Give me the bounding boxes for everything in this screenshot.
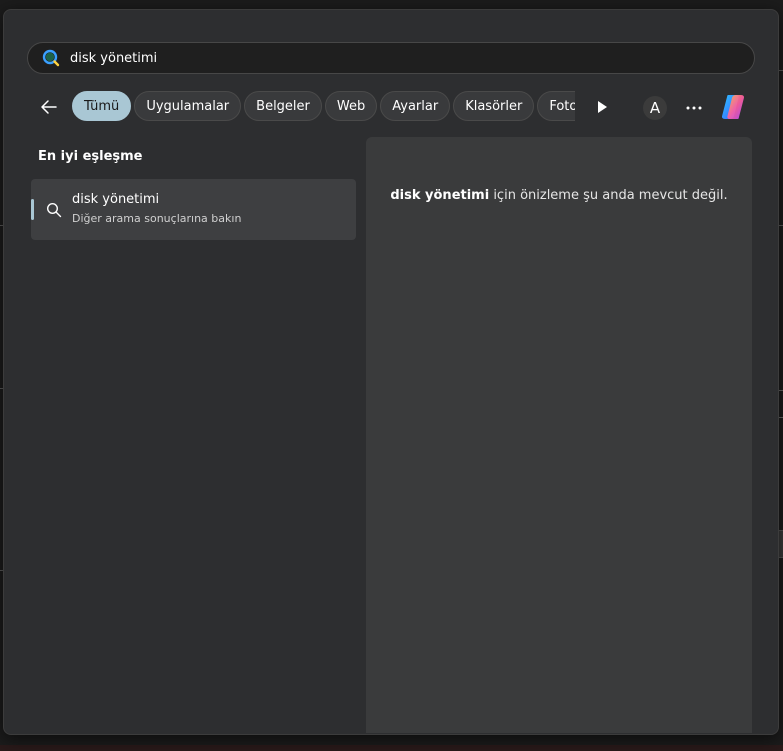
arrow-left-icon [41,100,57,114]
filter-chip-documents[interactable]: Belgeler [244,91,322,121]
filter-chip-all[interactable]: Tümü [72,91,132,121]
best-match-result[interactable]: disk yönetimi Diğer arama sonuçlarına ba… [31,179,356,240]
section-heading-best-match: En iyi eşleşme [38,149,143,164]
filter-chip-web[interactable]: Web [324,91,378,121]
preview-message: disk yönetimi için önizleme şu anda mevc… [366,188,752,203]
copilot-icon [721,95,745,119]
preview-pane: disk yönetimi için önizleme şu anda mevc… [366,137,752,733]
filter-bar: Tümü Uygulamalar Belgeler Web Ayarlar Klasörl… [4,90,778,124]
filter-chip-folders[interactable]: Klasörler [453,91,535,121]
search-input[interactable] [70,50,754,66]
copilot-button[interactable] [716,90,750,124]
search-icon [46,202,62,218]
filter-chip-photos[interactable]: Fotoğ [537,91,575,121]
search-flyout: TümüUygulamalarBelgelerWebAyarlarKlasörl… [3,9,779,735]
more-options-button[interactable] [682,96,706,120]
chips-scroll-next-button[interactable] [592,96,612,118]
filter-chip-apps[interactable]: Uygulamalar [134,91,242,121]
search-box[interactable] [27,42,755,74]
account-avatar[interactable]: A [643,96,667,120]
selection-indicator [31,199,34,220]
best-match-title: disk yönetimi [72,192,160,207]
preview-query: disk yönetimi [390,188,490,203]
play-arrow-icon [598,101,607,113]
preview-message-text: için önizleme şu anda mevcut değil. [489,188,728,203]
filter-chip-settings[interactable]: Ayarlar [380,91,451,121]
search-icon [42,49,60,67]
best-match-subtitle: Diğer arama sonuçlarına bakın [72,212,242,225]
filter-chips: Tümü Uygulamalar Belgeler Web Ayarlar Klasörl… [72,90,575,124]
taskbar-edge [0,745,783,751]
ellipsis-icon [686,106,702,110]
back-button[interactable] [36,94,62,120]
